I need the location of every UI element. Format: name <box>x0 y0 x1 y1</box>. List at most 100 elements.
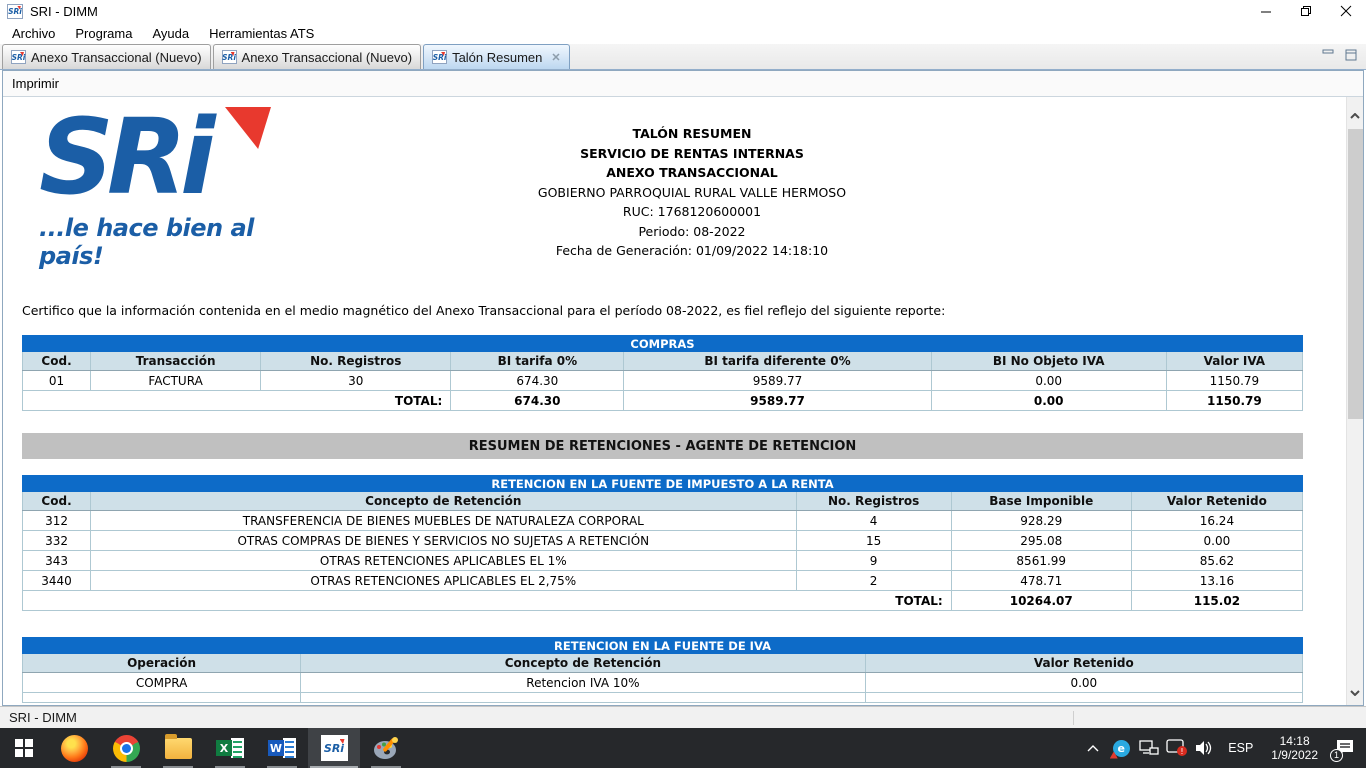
taskbar-firefox-button[interactable] <box>48 728 100 768</box>
action-center-button[interactable]: 1 <box>1328 728 1362 768</box>
iva-header-row: Operación Concepto de Retención Valor Re… <box>23 654 1303 673</box>
col-header: Base Imponible <box>951 492 1131 511</box>
col-header: Cod. <box>23 352 91 371</box>
tray-network-button[interactable] <box>1136 728 1162 768</box>
clock[interactable]: 14:18 1/9/2022 <box>1263 734 1326 762</box>
cell: 16.24 <box>1131 511 1302 531</box>
taskbar-word-button[interactable]: W <box>256 728 308 768</box>
sri-tab-icon: SRi <box>222 50 237 64</box>
chevron-down-icon <box>1350 690 1360 696</box>
cell: FACTURA <box>91 371 261 391</box>
compras-title: COMPRAS <box>23 336 1303 352</box>
table-row: COMPRA Retencion IVA 10% 0.00 <box>23 673 1303 693</box>
total-cell: 1150.79 <box>1166 391 1302 411</box>
taskbar-sri-dimm-button[interactable]: SRi <box>308 728 360 768</box>
col-header: No. Registros <box>796 492 951 511</box>
cell: 13.16 <box>1131 571 1302 591</box>
restore-button[interactable] <box>1286 0 1326 22</box>
cell: 15 <box>796 531 951 551</box>
menu-ayuda[interactable]: Ayuda <box>142 24 199 43</box>
imprimir-button[interactable]: Imprimir <box>12 76 59 91</box>
cell: 9589.77 <box>624 371 931 391</box>
generation-date: Fecha de Generación: 01/09/2022 14:18:10 <box>22 241 1362 261</box>
svg-text:!: ! <box>1181 747 1184 756</box>
report-period: Periodo: 08-2022 <box>22 222 1362 242</box>
chrome-icon <box>113 735 140 762</box>
sri-tab-icon: SRi <box>11 50 26 64</box>
tab-anexo-transaccional-2[interactable]: SRi Anexo Transaccional (Nuevo) <box>213 44 422 69</box>
tray-volume-button[interactable] <box>1192 728 1218 768</box>
cell: COMPRA <box>23 673 301 693</box>
total-label: TOTAL: <box>23 591 952 611</box>
cell: 01 <box>23 371 91 391</box>
taskbar-chrome-button[interactable] <box>100 728 152 768</box>
col-header: Transacción <box>91 352 261 371</box>
report-entity: SERVICIO DE RENTAS INTERNAS <box>22 144 1362 164</box>
window-controls <box>1246 0 1366 22</box>
close-button[interactable] <box>1326 0 1366 22</box>
menu-bar: Archivo Programa Ayuda Herramientas ATS <box>0 22 1366 44</box>
menu-herramientas-ats[interactable]: Herramientas ATS <box>199 24 324 43</box>
scroll-up-button[interactable] <box>1347 107 1363 124</box>
col-header: No. Registros <box>261 352 451 371</box>
compras-table: COMPRAS Cod. Transacción No. Registros B… <box>22 335 1303 411</box>
scrollbar-thumb[interactable] <box>1348 129 1363 419</box>
paint-palette-icon <box>373 735 400 762</box>
tab-talon-resumen[interactable]: SRi Talón Resumen ✕ <box>423 44 570 69</box>
certification-text: Certifico que la información contenida e… <box>22 303 945 318</box>
taxpayer-name: GOBIERNO PARROQUIAL RURAL VALLE HERMOSO <box>22 183 1362 203</box>
tab-anexo-transaccional-1[interactable]: SRi Anexo Transaccional (Nuevo) <box>2 44 211 69</box>
talon-resumen-view: Imprimir SRi ...le hace bien al país! TA… <box>2 70 1364 706</box>
scroll-down-button[interactable] <box>1347 684 1363 701</box>
file-explorer-icon <box>165 738 192 759</box>
cell: Retencion IVA 10% <box>301 673 865 693</box>
minimize-button[interactable] <box>1246 0 1286 22</box>
cell: 0.00 <box>865 673 1302 693</box>
table-row: 01 FACTURA 30 674.30 9589.77 0.00 1150.7… <box>23 371 1303 391</box>
table-row: 343 OTRAS RETENCIONES APLICABLES EL 1% 9… <box>23 551 1303 571</box>
cell: 30 <box>261 371 451 391</box>
cell: 1150.79 <box>1166 371 1302 391</box>
taskbar-excel-button[interactable]: X <box>204 728 256 768</box>
report-content: SRi ...le hace bien al país! TALÓN RESUM… <box>3 97 1363 705</box>
total-cell: 115.02 <box>1131 591 1302 611</box>
cell: 9 <box>796 551 951 571</box>
talon-resumen-report: SRi ...le hace bien al país! TALÓN RESUM… <box>3 97 1344 705</box>
tray-security-button[interactable]: ! <box>1164 728 1190 768</box>
menu-programa[interactable]: Programa <box>65 24 142 43</box>
cell: OTRAS RETENCIONES APLICABLES EL 1% <box>91 551 797 571</box>
compras-header-row: Cod. Transacción No. Registros BI tarifa… <box>23 352 1303 371</box>
sri-tab-icon: SRi <box>432 50 447 64</box>
tray-antivirus-button[interactable]: e <box>1108 728 1134 768</box>
status-divider <box>1073 711 1074 725</box>
cell: 0.00 <box>931 371 1166 391</box>
vertical-scrollbar[interactable] <box>1346 97 1363 705</box>
col-header: Cod. <box>23 492 91 511</box>
tray-expand-button[interactable] <box>1080 728 1106 768</box>
clock-time: 14:18 <box>1271 734 1318 748</box>
menu-archivo[interactable]: Archivo <box>2 24 65 43</box>
taskbar-file-explorer-button[interactable] <box>152 728 204 768</box>
cell: 343 <box>23 551 91 571</box>
cell: 312 <box>23 511 91 531</box>
col-header: Concepto de Retención <box>91 492 797 511</box>
start-button[interactable] <box>0 728 48 768</box>
total-cell: 0.00 <box>931 391 1166 411</box>
tab-label: Anexo Transaccional (Nuevo) <box>242 50 413 65</box>
window-title: SRI - DIMM <box>30 4 98 19</box>
clock-date: 1/9/2022 <box>1271 748 1318 762</box>
table-row: 3440 OTRAS RETENCIONES APLICABLES EL 2,7… <box>23 571 1303 591</box>
system-tray: e ! ESP 14:1 <box>1080 728 1366 768</box>
tab-close-icon[interactable]: ✕ <box>551 51 560 64</box>
language-indicator[interactable]: ESP <box>1220 741 1261 755</box>
antivirus-icon: e <box>1113 740 1130 757</box>
minimize-pane-icon[interactable] <box>1322 49 1335 61</box>
cell: 674.30 <box>451 371 624 391</box>
col-header: Concepto de Retención <box>301 654 865 673</box>
taskbar-paint-button[interactable] <box>360 728 412 768</box>
retencion-renta-table: RETENCION EN LA FUENTE DE IMPUESTO A LA … <box>22 475 1303 611</box>
cell: 478.71 <box>951 571 1131 591</box>
maximize-pane-icon[interactable] <box>1345 49 1358 61</box>
total-cell: 10264.07 <box>951 591 1131 611</box>
tab-label: Talón Resumen <box>452 50 542 65</box>
